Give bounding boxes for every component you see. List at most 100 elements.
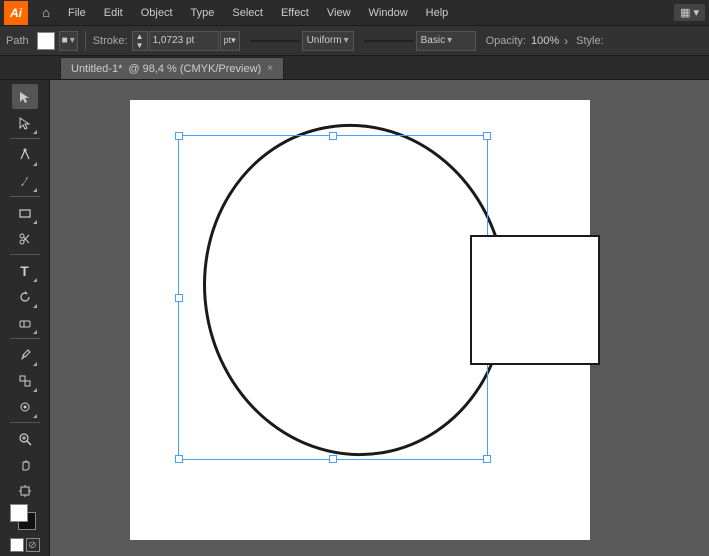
stroke-unit-dropdown[interactable]: pt▾: [220, 31, 240, 51]
rotate-icon: [18, 290, 32, 304]
none-color-btn[interactable]: ⊘: [26, 538, 40, 552]
direct-selection-tool-btn[interactable]: [12, 110, 38, 135]
fill-color-swatch[interactable]: [37, 32, 55, 50]
hand-tool-btn[interactable]: [12, 452, 38, 477]
uniform-label: Uniform: [307, 35, 342, 46]
toolbar-separator-1: [85, 31, 86, 51]
type-sub-arrow: [33, 278, 37, 282]
brush-tool-btn[interactable]: [12, 168, 38, 193]
symbol-sub-arrow: [33, 414, 37, 418]
brush-icon: [18, 174, 32, 188]
menu-select[interactable]: Select: [224, 5, 271, 21]
color-area: ⊘: [10, 504, 40, 552]
hand-icon: [18, 458, 32, 472]
fill-dropdown[interactable]: ■: [59, 31, 78, 51]
fill-chevron: [70, 35, 75, 46]
rectangle-tool-btn[interactable]: [12, 200, 38, 225]
scissors-tool-btn[interactable]: [12, 226, 38, 251]
brush-sub-arrow: [33, 188, 37, 192]
left-toolbar: T: [0, 80, 50, 556]
selection-tool-btn[interactable]: [12, 84, 38, 109]
menu-file[interactable]: File: [60, 5, 94, 21]
pen-icon: [18, 148, 32, 162]
sub-arrow: [33, 130, 37, 134]
stroke-line-preview: [250, 40, 300, 42]
swap-colors-btn[interactable]: [10, 538, 24, 552]
eraser-tool-btn[interactable]: [12, 310, 38, 335]
workspace-icon: ▦: [680, 6, 690, 19]
uniform-dropdown[interactable]: Uniform: [302, 31, 354, 51]
menubar-right: ▦ ▾: [674, 4, 705, 21]
path-label: Path: [6, 35, 29, 47]
pen-sub-arrow: [33, 162, 37, 166]
tool-separator-1: [10, 138, 40, 139]
zoom-tool-btn[interactable]: [12, 426, 38, 451]
workspace-chevron: ▾: [693, 6, 699, 19]
app-logo: Ai: [4, 1, 28, 25]
basic-chevron: [447, 35, 452, 46]
document-tab[interactable]: Untitled-1* @ 98,4 % (CMYK/Preview) ×: [60, 57, 284, 79]
home-icon[interactable]: ⌂: [36, 3, 56, 23]
artboard-tool-btn[interactable]: [12, 478, 38, 503]
zoom-icon: [18, 432, 32, 446]
sel-handle-tl[interactable]: [175, 132, 183, 140]
sel-handle-tc[interactable]: [329, 132, 337, 140]
transform-sub-arrow: [33, 388, 37, 392]
menu-window[interactable]: Window: [361, 5, 416, 21]
main-area: T: [0, 80, 709, 556]
opacity-label: Opacity:: [486, 35, 526, 47]
sel-handle-bl[interactable]: [175, 455, 183, 463]
stroke-decrement[interactable]: ▲▼: [132, 31, 148, 51]
symbol-icon: [18, 400, 32, 414]
eyedropper-icon: [18, 348, 32, 362]
menu-view[interactable]: View: [319, 5, 359, 21]
canvas-area: [50, 80, 709, 556]
menu-edit[interactable]: Edit: [96, 5, 131, 21]
pen-tool-btn[interactable]: [12, 142, 38, 167]
color-indicators: [10, 504, 40, 534]
transform-tool-btn[interactable]: [12, 368, 38, 393]
menu-items: File Edit Object Type Select Effect View…: [60, 5, 456, 21]
eyedropper-tool-btn[interactable]: [12, 342, 38, 367]
color-mode-btns: ⊘: [10, 538, 40, 552]
menu-effect[interactable]: Effect: [273, 5, 317, 21]
fill-icon: ■: [62, 35, 68, 46]
direct-selection-icon: [18, 116, 32, 130]
stroke-value[interactable]: 1,0723 pt: [149, 31, 219, 51]
eyedropper-sub-arrow: [33, 362, 37, 366]
eraser-sub-arrow: [33, 330, 37, 334]
symbol-tool-btn[interactable]: [12, 394, 38, 419]
selection-bounding-box: [178, 135, 488, 460]
basic-dropdown[interactable]: Basic: [416, 31, 476, 51]
sel-handle-br[interactable]: [483, 455, 491, 463]
top-toolbar: Path ■ Stroke: ▲▼ 1,0723 pt pt▾ Uniform …: [0, 26, 709, 56]
opacity-value: 100%: [531, 35, 559, 47]
sel-handle-ml[interactable]: [175, 294, 183, 302]
rotate-tool-btn[interactable]: [12, 284, 38, 309]
menu-type[interactable]: Type: [183, 5, 223, 21]
transform-icon: [18, 374, 32, 388]
style-label: Style:: [576, 35, 604, 47]
menu-help[interactable]: Help: [418, 5, 457, 21]
tab-close-button[interactable]: ×: [267, 63, 273, 74]
sel-handle-tr[interactable]: [483, 132, 491, 140]
rotate-sub-arrow: [33, 304, 37, 308]
fill-indicator[interactable]: [10, 504, 28, 522]
tool-separator-3: [10, 254, 40, 255]
eraser-icon: [18, 316, 32, 330]
basic-label: Basic: [421, 35, 445, 46]
tabbar: Untitled-1* @ 98,4 % (CMYK/Preview) ×: [0, 56, 709, 80]
sel-handle-bc[interactable]: [329, 455, 337, 463]
workspace-button[interactable]: ▦ ▾: [674, 4, 705, 21]
rectangle-icon: [18, 206, 32, 220]
menu-object[interactable]: Object: [133, 5, 181, 21]
artboard-icon: [18, 484, 32, 498]
tool-separator-4: [10, 338, 40, 339]
menubar: Ai ⌂ File Edit Object Type Select Effect…: [0, 0, 709, 26]
tab-subtitle: @ 98,4 % (CMYK/Preview): [128, 63, 261, 75]
tab-title: Untitled-1*: [71, 63, 122, 75]
opacity-more[interactable]: ›: [564, 34, 568, 48]
type-tool-btn[interactable]: T: [12, 258, 38, 283]
uniform-chevron: [344, 35, 349, 46]
rectangle-shape[interactable]: [470, 235, 600, 365]
